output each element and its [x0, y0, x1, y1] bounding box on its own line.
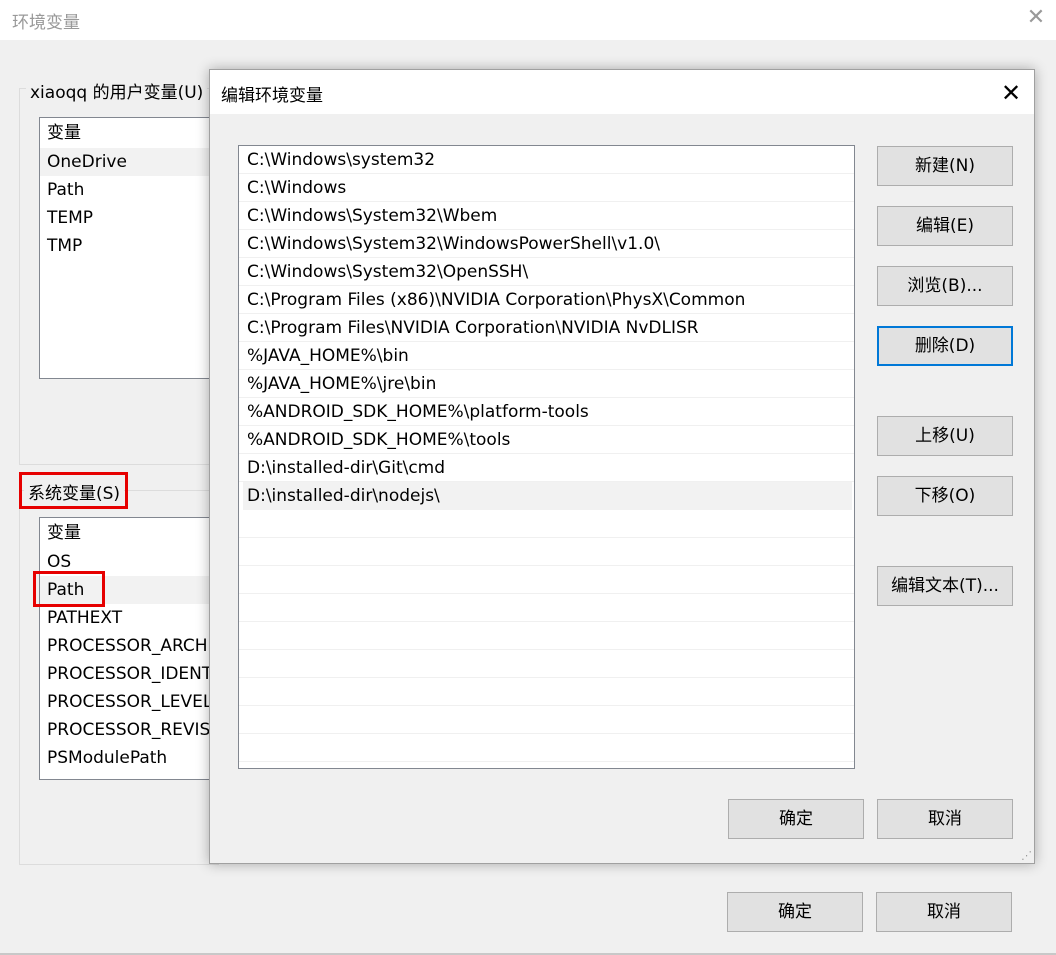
empty-row[interactable]	[239, 538, 854, 566]
empty-row[interactable]	[239, 650, 854, 678]
dialog-ok-button[interactable]: 确定	[728, 799, 864, 839]
list-item[interactable]: TEMP	[40, 204, 218, 232]
path-entry[interactable]: %JAVA_HOME%\bin	[239, 342, 854, 370]
user-vars-list[interactable]: 变量 OneDrive Path TEMP TMP	[39, 117, 219, 379]
move-down-button[interactable]: 下移(O)	[877, 476, 1013, 516]
dialog-titlebar: 编辑环境变量 ✕	[210, 70, 1034, 114]
path-entry[interactable]: C:\Windows\System32\WindowsPowerShell\v1…	[239, 230, 854, 258]
list-item[interactable]: PSModulePath	[40, 744, 218, 772]
system-vars-list[interactable]: 变量 OS Path PATHEXT PROCESSOR_ARCH PROCES…	[39, 517, 219, 780]
list-item[interactable]: PROCESSOR_ARCH	[40, 632, 218, 660]
path-entry[interactable]: C:\Windows	[239, 174, 854, 202]
empty-row[interactable]	[239, 706, 854, 734]
edit-text-button[interactable]: 编辑文本(T)...	[877, 566, 1013, 606]
empty-row[interactable]	[239, 510, 854, 538]
list-item[interactable]: Path	[40, 176, 218, 204]
system-vars-header[interactable]: 变量	[40, 518, 218, 548]
path-entry[interactable]: C:\Windows\System32\Wbem	[239, 202, 854, 230]
edit-button[interactable]: 编辑(E)	[877, 206, 1013, 246]
list-item[interactable]: OneDrive	[40, 148, 218, 176]
list-item[interactable]: PROCESSOR_IDENT	[40, 660, 218, 688]
delete-button[interactable]: 删除(D)	[877, 326, 1013, 366]
empty-row[interactable]	[239, 622, 854, 650]
resize-grip-icon[interactable]: ⋰	[1018, 849, 1032, 863]
outer-cancel-button[interactable]: 取消	[876, 892, 1012, 932]
empty-row[interactable]	[239, 566, 854, 594]
path-entry[interactable]: C:\Windows\System32\OpenSSH\	[239, 258, 854, 286]
list-item[interactable]: PROCESSOR_REVIS	[40, 716, 218, 744]
dialog-cancel-button[interactable]: 取消	[877, 799, 1013, 839]
outer-titlebar: 环境变量 ✕	[0, 0, 1056, 40]
outer-close-icon[interactable]: ✕	[1024, 6, 1048, 30]
empty-row[interactable]	[239, 594, 854, 622]
highlight-box-system-vars	[19, 472, 128, 509]
dialog-title: 编辑环境变量	[221, 86, 323, 106]
empty-row[interactable]	[239, 734, 854, 762]
path-entries-list[interactable]: C:\Windows\system32 C:\Windows C:\Windows\…	[238, 145, 855, 769]
path-entry[interactable]: %JAVA_HOME%\jre\bin	[239, 370, 854, 398]
path-entry[interactable]: D:\installed-dir\nodejs\	[243, 482, 852, 510]
user-vars-group-label: xiaoqq 的用户变量(U)	[26, 78, 208, 103]
user-vars-header[interactable]: 变量	[40, 118, 218, 148]
list-item[interactable]: PATHEXT	[40, 604, 218, 632]
path-entry[interactable]: C:\Program Files\NVIDIA Corporation\NVID…	[239, 314, 854, 342]
outer-window-title: 环境变量	[12, 13, 80, 33]
path-entry[interactable]: C:\Windows\system32	[239, 146, 854, 174]
list-item[interactable]: TMP	[40, 232, 218, 260]
browse-button[interactable]: 浏览(B)...	[877, 266, 1013, 306]
new-button[interactable]: 新建(N)	[877, 146, 1013, 186]
dialog-close-icon[interactable]: ✕	[998, 80, 1024, 106]
move-up-button[interactable]: 上移(U)	[877, 416, 1013, 456]
edit-env-var-dialog: 编辑环境变量 ✕ C:\Windows\system32 C:\Windows C:…	[209, 69, 1035, 864]
outer-ok-button[interactable]: 确定	[727, 892, 863, 932]
empty-row[interactable]	[239, 678, 854, 706]
path-entry[interactable]: %ANDROID_SDK_HOME%\platform-tools	[239, 398, 854, 426]
path-entry[interactable]: %ANDROID_SDK_HOME%\tools	[239, 426, 854, 454]
path-entry[interactable]: C:\Program Files (x86)\NVIDIA Corporatio…	[239, 286, 854, 314]
highlight-box-path	[33, 571, 105, 607]
path-entry[interactable]: D:\installed-dir\Git\cmd	[239, 454, 854, 482]
list-item[interactable]: PROCESSOR_LEVEL	[40, 688, 218, 716]
